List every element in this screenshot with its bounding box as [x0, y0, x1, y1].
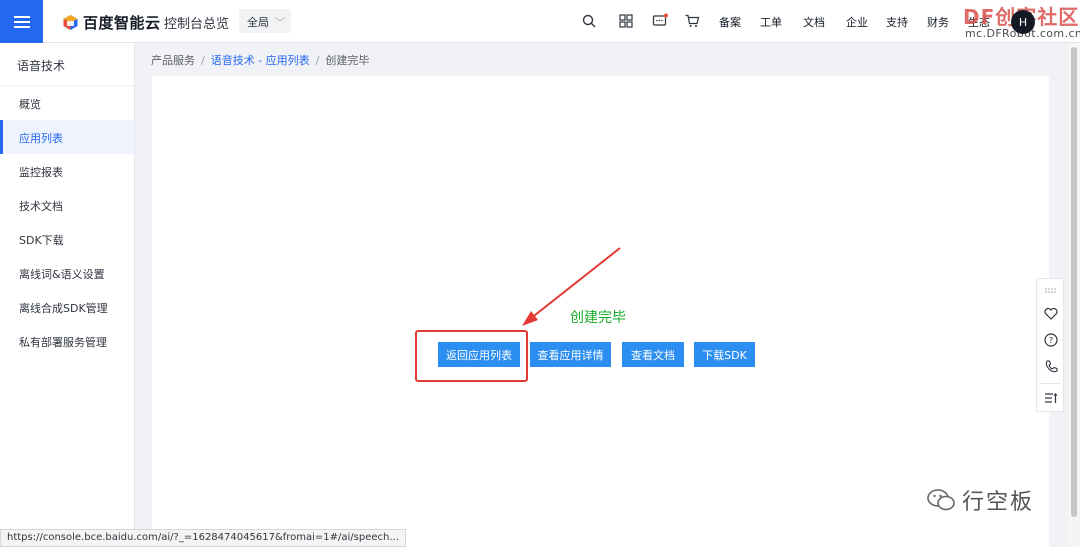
- sidebar-item-monitoring[interactable]: 监控报表: [0, 154, 134, 188]
- wechat-watermark: 行空板: [926, 484, 1034, 516]
- phone-icon[interactable]: [1043, 359, 1059, 375]
- creation-complete-title: 创建完毕: [570, 310, 626, 326]
- logo-text: 百度智能云: [83, 14, 161, 32]
- breadcrumb-separator: /: [315, 54, 320, 67]
- region-label: 全局: [247, 16, 269, 29]
- page-scrollbar[interactable]: [1068, 43, 1080, 547]
- wechat-icon: [927, 489, 955, 511]
- sidebar: 语音技术 概览 应用列表 监控报表 技术文档 SDK下载 离线词&语义设置 离线…: [0, 43, 135, 547]
- heart-icon[interactable]: [1043, 306, 1059, 322]
- list-sort-icon[interactable]: [1043, 390, 1059, 406]
- breadcrumb-separator: /: [201, 54, 205, 67]
- hamburger-menu-button[interactable]: [0, 0, 43, 43]
- breadcrumb-root[interactable]: 产品服务: [151, 54, 195, 67]
- user-avatar[interactable]: H: [1011, 10, 1035, 34]
- breadcrumb-section[interactable]: 语音技术 - 应用列表: [211, 54, 310, 67]
- region-selector[interactable]: 全局 ﹀: [239, 9, 291, 33]
- sidebar-title: 语音技术: [0, 43, 134, 86]
- nav-link-enterprise[interactable]: 企业: [846, 14, 868, 30]
- sidebar-item-sdk-download[interactable]: SDK下载: [0, 222, 134, 256]
- view-docs-button[interactable]: 查看文档: [622, 342, 684, 367]
- grid-icon[interactable]: [618, 13, 634, 29]
- sidebar-item-app-list[interactable]: 应用列表: [0, 120, 134, 154]
- toolbar-divider: [1041, 383, 1061, 384]
- svg-text:?: ?: [1049, 336, 1053, 345]
- nav-link-beian[interactable]: 备案: [719, 14, 741, 30]
- scrollbar-thumb[interactable]: [1071, 47, 1077, 517]
- floating-toolbar: ?: [1036, 278, 1064, 412]
- baidu-cloud-logo[interactable]: 百度智能云: [62, 12, 161, 33]
- breadcrumb: 产品服务 / 语音技术 - 应用列表 / 创建完毕: [151, 52, 369, 68]
- message-icon[interactable]: [652, 13, 668, 29]
- annotation-highlight-box: [415, 330, 528, 382]
- drag-handle-icon[interactable]: [1043, 283, 1059, 299]
- nav-link-ticket[interactable]: 工单: [760, 14, 782, 30]
- download-sdk-button[interactable]: 下载SDK: [694, 342, 755, 367]
- wechat-watermark-text: 行空板: [962, 490, 1035, 515]
- nav-link-finance[interactable]: 财务: [927, 14, 949, 30]
- help-icon[interactable]: ?: [1043, 332, 1059, 348]
- sidebar-item-private-deploy[interactable]: 私有部署服务管理: [0, 324, 134, 358]
- breadcrumb-current: 创建完毕: [325, 54, 370, 67]
- sidebar-item-offline-tts-sdk[interactable]: 离线合成SDK管理: [0, 290, 134, 324]
- top-navigation-bar: 百度智能云 控制台总览 全局 ﹀ 备案 工单 文档 企业 支持 财务 生态 DF…: [0, 0, 1080, 43]
- status-bar-url: https://console.bce.baidu.com/ai/?_=1628…: [0, 529, 406, 547]
- sidebar-item-offline-words[interactable]: 离线词&语义设置: [0, 256, 134, 290]
- search-icon[interactable]: [581, 13, 597, 29]
- sidebar-item-overview[interactable]: 概览: [0, 86, 134, 120]
- chevron-down-icon: ﹀: [275, 18, 285, 29]
- view-app-details-button[interactable]: 查看应用详情: [530, 342, 611, 367]
- nav-link-support[interactable]: 支持: [886, 14, 908, 30]
- sidebar-item-tech-docs[interactable]: 技术文档: [0, 188, 134, 222]
- nav-link-docs[interactable]: 文档: [803, 14, 825, 30]
- console-overview-link[interactable]: 控制台总览: [164, 13, 229, 32]
- menu-icon: [13, 20, 30, 23]
- logo-icon: [63, 15, 78, 30]
- cart-icon[interactable]: [684, 13, 700, 29]
